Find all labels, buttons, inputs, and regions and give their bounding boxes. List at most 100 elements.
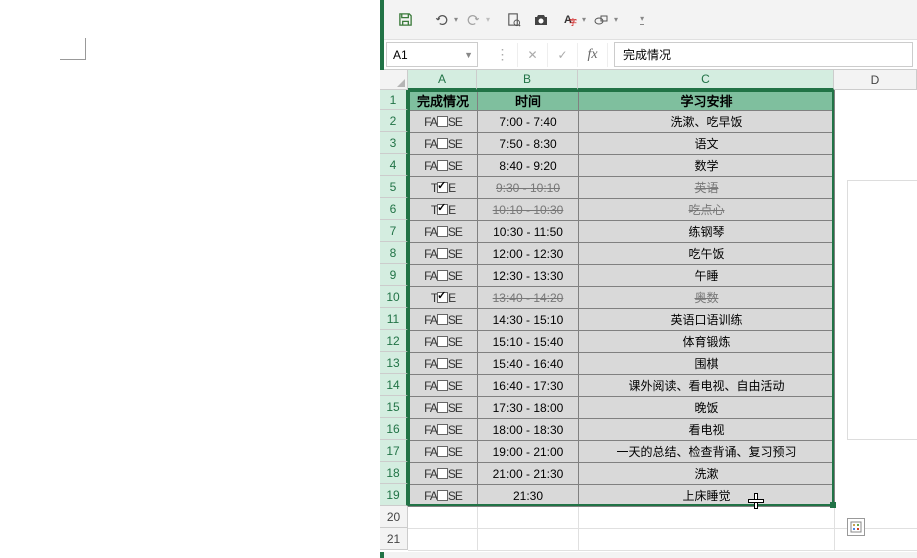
task-cell[interactable]: 英语 [579,177,835,199]
time-cell[interactable]: 15:40 - 16:40 [478,353,579,375]
completion-cell[interactable]: FASE [409,243,478,265]
task-cell[interactable]: 数学 [579,155,835,177]
row-header-17[interactable]: 17 [380,440,408,462]
checkbox[interactable] [437,314,448,325]
cancel-formula-button[interactable]: ✕ [518,43,548,67]
completion-cell[interactable]: FASE [409,155,478,177]
completion-cell[interactable]: TE [409,199,478,221]
select-all-cell[interactable] [380,70,408,90]
checkbox[interactable] [437,248,448,259]
task-cell[interactable]: 洗漱、吃早饭 [579,111,835,133]
row-header-12[interactable]: 12 [380,330,408,352]
time-cell[interactable]: 8:40 - 9:20 [478,155,579,177]
column-header-b[interactable]: B [477,70,578,90]
task-cell[interactable]: 一天的总结、检查背诵、复习预习 [579,441,835,463]
row-header-18[interactable]: 18 [380,462,408,484]
task-cell[interactable]: 吃午饭 [579,243,835,265]
checkbox[interactable] [437,160,448,171]
checkbox[interactable] [437,116,448,127]
time-cell[interactable]: 7:00 - 7:40 [478,111,579,133]
completion-cell[interactable]: FASE [409,353,478,375]
row-header-20[interactable]: 20 [380,506,408,528]
row-header-6[interactable]: 6 [380,198,408,220]
task-cell[interactable]: 看电视 [579,419,835,441]
checkbox[interactable] [437,468,448,479]
time-cell[interactable]: 10:10 - 10:30 [478,199,579,221]
shapes-dropdown[interactable]: ▾ [614,15,618,24]
row-header-14[interactable]: 14 [380,374,408,396]
checkbox[interactable] [437,226,448,237]
row-header-10[interactable]: 10 [380,286,408,308]
row-header-13[interactable]: 13 [380,352,408,374]
row-header-3[interactable]: 3 [380,132,408,154]
time-cell[interactable]: 19:00 - 21:00 [478,441,579,463]
checkbox[interactable] [437,424,448,435]
time-cell[interactable]: 21:30 [478,485,579,507]
header-completion[interactable]: 完成情况 [409,91,478,111]
checkbox[interactable] [437,358,448,369]
row-header-7[interactable]: 7 [380,220,408,242]
name-box-dropdown[interactable]: ▼ [464,50,473,60]
time-cell[interactable]: 21:00 - 21:30 [478,463,579,485]
redo-button[interactable] [460,7,486,33]
column-header-c[interactable]: C [578,70,834,90]
task-cell[interactable]: 午睡 [579,265,835,287]
completion-cell[interactable]: FASE [409,265,478,287]
task-cell[interactable]: 体育锻炼 [579,331,835,353]
completion-cell[interactable]: FASE [409,309,478,331]
header-time[interactable]: 时间 [478,91,579,111]
column-header-a[interactable]: A [408,70,477,90]
accept-formula-button[interactable]: ✓ [548,43,578,67]
completion-cell[interactable]: FASE [409,485,478,507]
task-cell[interactable]: 英语口语训练 [579,309,835,331]
completion-cell[interactable]: FASE [409,375,478,397]
completion-cell[interactable]: FASE [409,111,478,133]
time-cell[interactable]: 13:40 - 14:20 [478,287,579,309]
completion-cell[interactable]: FASE [409,331,478,353]
time-cell[interactable]: 18:00 - 18:30 [478,419,579,441]
time-cell[interactable]: 17:30 - 18:00 [478,397,579,419]
task-cell[interactable]: 练钢琴 [579,221,835,243]
completion-cell[interactable]: FASE [409,419,478,441]
time-cell[interactable]: 15:10 - 15:40 [478,331,579,353]
task-cell[interactable]: 晚饭 [579,397,835,419]
time-cell[interactable]: 12:30 - 13:30 [478,265,579,287]
checkbox[interactable] [437,270,448,281]
undo-button[interactable] [428,7,454,33]
task-cell[interactable]: 奥数 [579,287,835,309]
save-button[interactable] [392,7,418,33]
completion-cell[interactable]: TE [409,177,478,199]
row-header-1[interactable]: 1 [380,90,408,110]
task-cell[interactable]: 洗漱 [579,463,835,485]
insert-function-button[interactable]: fx [578,43,608,67]
checkbox[interactable] [437,380,448,391]
time-cell[interactable]: 12:00 - 12:30 [478,243,579,265]
row-header-15[interactable]: 15 [380,396,408,418]
completion-cell[interactable]: FASE [409,221,478,243]
completion-cell[interactable]: FASE [409,397,478,419]
row-header-4[interactable]: 4 [380,154,408,176]
time-cell[interactable]: 16:40 - 17:30 [478,375,579,397]
row-header-2[interactable]: 2 [380,110,408,132]
row-header-19[interactable]: 19 [380,484,408,506]
task-cell[interactable]: 语文 [579,133,835,155]
name-box[interactable]: A1 ▼ [386,42,478,67]
row-header-21[interactable]: 21 [380,528,408,550]
checkbox[interactable] [437,292,448,303]
column-header-d[interactable]: D [834,70,917,90]
completion-cell[interactable]: TE [409,287,478,309]
row-header-11[interactable]: 11 [380,308,408,330]
checkbox[interactable] [437,402,448,413]
completion-cell[interactable]: FASE [409,133,478,155]
row-header-8[interactable]: 8 [380,242,408,264]
camera-button[interactable] [528,7,554,33]
time-cell[interactable]: 9:30 - 10:10 [478,177,579,199]
checkbox[interactable] [437,182,448,193]
task-cell[interactable]: 围棋 [579,353,835,375]
redo-dropdown[interactable]: ▾ [486,15,490,24]
completion-cell[interactable]: FASE [409,463,478,485]
time-cell[interactable]: 14:30 - 15:10 [478,309,579,331]
time-cell[interactable]: 10:30 - 11:50 [478,221,579,243]
row-header-5[interactable]: 5 [380,176,408,198]
checkbox[interactable] [437,446,448,457]
